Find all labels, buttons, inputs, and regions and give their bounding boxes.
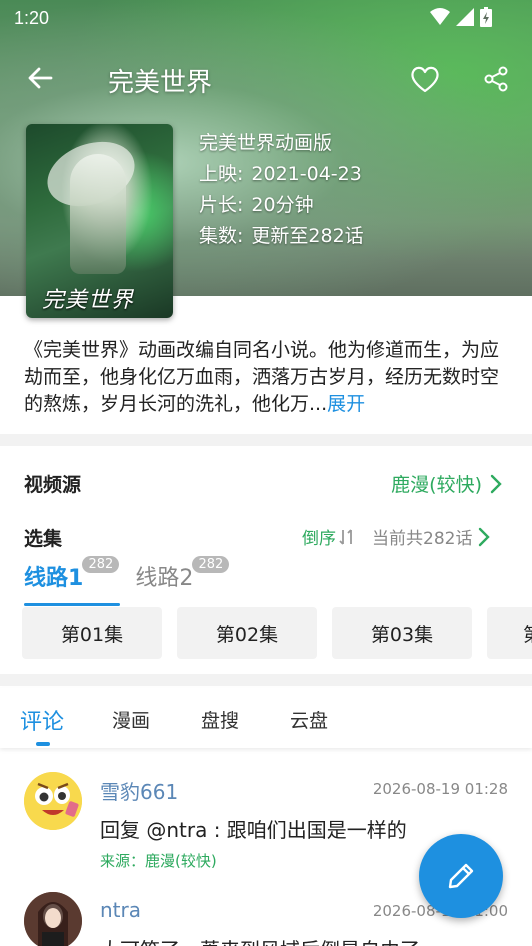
duration-row: 片长: 20分钟 [199, 194, 314, 216]
route-badge: 282 [192, 556, 230, 573]
write-comment-button[interactable] [419, 834, 503, 918]
movie-subtitle: 完美世界动画版 [199, 132, 333, 154]
route-tabs: 线路1 282 线路2 282 [24, 556, 230, 606]
tab-indicator [36, 742, 50, 746]
back-button[interactable] [22, 60, 58, 96]
episodes-label: 选集 [24, 528, 63, 550]
episode-list: 第01集 第02集 第03集 第04集 [22, 607, 532, 659]
route-tab-2[interactable]: 线路2 282 [135, 556, 230, 600]
comment-user[interactable]: ntra [100, 898, 141, 922]
description: 《完美世界》动画改编自同名小说。他为修道而生，为应劫而至，他身化亿万血雨，洒落万… [24, 337, 510, 418]
source-value: 鹿漫(较快) [391, 474, 482, 496]
source-label: 视频源 [24, 474, 82, 496]
wifi-icon [430, 8, 450, 25]
tab-comments[interactable]: 评论 [20, 704, 64, 736]
battery-icon [480, 7, 492, 27]
tab-cloud[interactable]: 云盘 [290, 706, 328, 733]
toolbar: 完美世界 [0, 50, 532, 106]
route-tab-1[interactable]: 线路1 282 [24, 556, 121, 606]
expand-link[interactable]: 展开 [327, 393, 365, 415]
poster-logo: 完美世界 [42, 288, 135, 313]
route-badge: 282 [82, 556, 120, 573]
comment-user[interactable]: 雪豹661 [100, 776, 178, 805]
comment-time: 2026-08-19 01:28 [372, 780, 508, 798]
divider [0, 434, 532, 446]
status-icons [430, 7, 492, 27]
episode-button[interactable]: 第04集 [487, 607, 532, 659]
sort-icon [339, 528, 352, 545]
chevron-right-icon [479, 527, 491, 546]
episodes-count-row: 集数: 更新至282话 [199, 225, 364, 247]
favorite-button[interactable] [406, 60, 444, 98]
poster-image[interactable]: 完美世界 [26, 124, 173, 318]
avatar[interactable] [24, 772, 82, 830]
avatar[interactable] [24, 892, 82, 946]
status-bar: 1:20 [0, 0, 532, 36]
status-time: 1:20 [14, 8, 50, 28]
episode-button[interactable]: 第03集 [332, 607, 472, 659]
description-text: 《完美世界》动画改编自同名小说。他为修道而生，为应劫而至，他身化亿万血雨，洒落万… [24, 339, 500, 415]
tab-pan-search[interactable]: 盘搜 [201, 706, 239, 733]
episode-button[interactable]: 第02集 [177, 607, 317, 659]
comment-text: 回复 @ntra : 跟咱们出国是一样的 [100, 818, 407, 842]
page-title: 完美世界 [108, 68, 213, 98]
arrow-left-icon [28, 67, 53, 89]
episode-button[interactable]: 第01集 [22, 607, 162, 659]
pencil-icon [448, 863, 474, 889]
share-icon [484, 66, 508, 92]
comment-source: 来源：鹿漫(较快) [100, 852, 217, 870]
chevron-right-icon [490, 474, 502, 493]
share-button[interactable] [478, 60, 514, 98]
divider [0, 674, 532, 686]
comment-text: 大可笑了，萧来到风域后倒是自由了 [100, 934, 420, 946]
release-row: 上映: 2021-04-23 [199, 163, 362, 185]
order-label: 倒序 [302, 529, 336, 549]
order-toggle[interactable]: 倒序 [302, 524, 356, 549]
source-selector[interactable]: 鹿漫(较快) [391, 470, 502, 497]
heart-icon [411, 66, 439, 93]
episodes-total[interactable]: 当前共282话 [372, 524, 491, 549]
signal-icon [456, 8, 474, 26]
content-tabs: 评论 漫画 盘搜 云盘 [0, 688, 532, 748]
tab-comic[interactable]: 漫画 [112, 706, 150, 733]
movie-info: 完美世界动画版 上映: 2021-04-23 片长: 20分钟 集数: 更新至282话 [199, 128, 364, 252]
